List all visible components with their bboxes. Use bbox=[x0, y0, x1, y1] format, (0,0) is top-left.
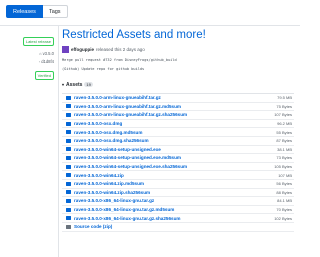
asset-row[interactable]: raven-3.5.0.0-arm-linux-gnueabihf.tar.gz… bbox=[62, 111, 294, 120]
asset-size: 88 Bytes bbox=[276, 189, 292, 195]
commit-label: d1d8f4 bbox=[41, 59, 54, 64]
release-title[interactable]: Restricted Assets and more! bbox=[62, 28, 294, 42]
package-icon bbox=[66, 138, 71, 143]
asset-size: 38.1 MB bbox=[277, 146, 292, 152]
asset-size: 107 Bytes bbox=[274, 112, 292, 118]
asset-name-link[interactable]: raven-3.5.0.0-win64-setup-unsigned.exe bbox=[74, 147, 277, 152]
verified-badge[interactable]: Verified bbox=[34, 71, 54, 80]
asset-name-link[interactable]: raven-3.5.0.0-win64.zip bbox=[74, 173, 278, 178]
package-icon bbox=[66, 216, 71, 221]
asset-row[interactable]: raven-3.5.0.0-arm-linux-gnueabihf.tar.gz… bbox=[62, 103, 294, 112]
release-main: Restricted Assets and more! effoguppie r… bbox=[62, 28, 294, 76]
package-icon bbox=[66, 104, 71, 109]
package-icon bbox=[66, 95, 71, 100]
package-icon bbox=[66, 198, 71, 203]
asset-size: 102 Bytes bbox=[274, 215, 292, 221]
asset-size: 75 Bytes bbox=[276, 103, 292, 109]
asset-row[interactable]: raven-3.5.0.0-win64.zip.sha256sum 88 Byte… bbox=[62, 189, 294, 198]
asset-row[interactable]: raven-3.5.0.0-win64-setup-unsigned.exe.m… bbox=[62, 154, 294, 163]
release-note-line: (Github) Update repo for github builds bbox=[62, 67, 145, 71]
package-icon bbox=[66, 147, 71, 152]
commit-link[interactable]: ◦d1d8f4 bbox=[6, 59, 54, 64]
asset-size: 107 MB bbox=[278, 172, 292, 178]
assets-label: Assets bbox=[66, 82, 83, 88]
release-author-line: effoguppie released this 2 days ago bbox=[62, 46, 294, 53]
asset-row[interactable]: raven-3.5.0.0-win64-setup-unsigned.exe 38… bbox=[62, 146, 294, 155]
release-notes: Merge pull request #732 from DisneyFrogs… bbox=[62, 58, 294, 72]
tag-label: v3.5.0 bbox=[42, 51, 54, 56]
asset-name-link[interactable]: raven-3.5.0.0-x86_64-linux-gnu.tar.gz bbox=[74, 198, 277, 203]
asset-size: 105 Bytes bbox=[274, 164, 292, 170]
asset-list: raven-3.5.0.0-arm-linux-gnueabihf.tar.gz… bbox=[62, 93, 294, 232]
avatar[interactable] bbox=[62, 46, 69, 53]
asset-name-link[interactable]: raven-3.5.0.0-win64.zip.sha256sum bbox=[74, 190, 276, 195]
asset-row[interactable]: raven-3.5.0.0-win64.zip 107 MB bbox=[62, 171, 294, 180]
asset-row[interactable]: raven-3.5.0.0-arm-linux-gnueabihf.tar.gz… bbox=[62, 94, 294, 103]
divider bbox=[0, 25, 300, 26]
package-icon bbox=[66, 207, 71, 212]
asset-name-link[interactable]: raven-3.5.0.0-arm-linux-gnueabihf.tar.gz bbox=[74, 95, 277, 100]
timeline-divider bbox=[58, 26, 59, 257]
asset-size: 84.1 MB bbox=[277, 198, 292, 204]
asset-row[interactable]: raven-3.5.0.0-osx.dmg.sha256sum 87 Bytes bbox=[62, 137, 294, 146]
package-icon bbox=[66, 181, 71, 186]
asset-size: 73 Bytes bbox=[276, 155, 292, 161]
asset-row[interactable]: raven-3.5.0.0-osx.dmg 96.2 MB bbox=[62, 120, 294, 129]
asset-name-link[interactable]: raven-3.5.0.0-x86_64-linux-gnu.tar.gz.md… bbox=[74, 207, 276, 212]
package-icon bbox=[66, 130, 71, 135]
assets-count: 19 bbox=[84, 82, 93, 87]
tab-releases[interactable]: Releases bbox=[6, 5, 43, 18]
asset-row[interactable]: raven-3.5.0.0-win64.zip.md5sum 56 Bytes bbox=[62, 180, 294, 189]
asset-name-link[interactable]: raven-3.5.0.0-x86_64-linux-gnu.tar.gz.sh… bbox=[74, 216, 274, 221]
asset-row[interactable]: raven-3.5.0.0-osx.dmg.md5sum 55 Bytes bbox=[62, 128, 294, 137]
asset-name-link[interactable]: raven-3.5.0.0-win64-setup-unsigned.exe.m… bbox=[74, 155, 276, 160]
asset-name-link[interactable]: Source code (zip) bbox=[74, 224, 292, 229]
asset-row[interactable]: raven-3.5.0.0-x86_64-linux-gnu.tar.gz.md… bbox=[62, 206, 294, 215]
package-icon bbox=[66, 155, 71, 160]
package-icon bbox=[66, 173, 71, 178]
tag-link[interactable]: ⌂v3.5.0 bbox=[6, 51, 54, 56]
asset-name-link[interactable]: raven-3.5.0.0-osx.dmg.md5sum bbox=[74, 130, 276, 135]
asset-row[interactable]: raven-3.5.0.0-win64-setup-unsigned.exe.s… bbox=[62, 163, 294, 172]
author-link[interactable]: effoguppie bbox=[71, 47, 94, 52]
asset-name-link[interactable]: raven-3.5.0.0-win64-setup-unsigned.exe.s… bbox=[74, 164, 274, 169]
release-date: released this 2 days ago bbox=[96, 47, 145, 52]
package-icon bbox=[66, 190, 71, 195]
asset-row[interactable]: raven-3.5.0.0-x86_64-linux-gnu.tar.gz 84.… bbox=[62, 197, 294, 206]
file-zip-icon bbox=[66, 224, 71, 229]
asset-name-link[interactable]: raven-3.5.0.0-arm-linux-gnueabihf.tar.gz… bbox=[74, 104, 276, 109]
latest-release-badge: Latest release bbox=[22, 37, 54, 46]
asset-size: 55 Bytes bbox=[276, 129, 292, 135]
asset-size: 96.2 MB bbox=[277, 121, 292, 127]
asset-size: 87 Bytes bbox=[276, 138, 292, 144]
package-icon bbox=[66, 164, 71, 169]
assets-toggle[interactable]: ▾ Assets 19 bbox=[62, 82, 93, 88]
asset-name-link[interactable]: raven-3.5.0.0-arm-linux-gnueabihf.tar.gz… bbox=[74, 112, 274, 117]
asset-size: 70 Bytes bbox=[276, 207, 292, 213]
asset-size: 56 Bytes bbox=[276, 181, 292, 187]
release-tabs: Releases Tags bbox=[6, 5, 68, 18]
asset-name-link[interactable]: raven-3.5.0.0-osx.dmg.sha256sum bbox=[74, 138, 276, 143]
tab-tags[interactable]: Tags bbox=[42, 5, 68, 18]
asset-row[interactable]: raven-3.5.0.0-x86_64-linux-gnu.tar.gz.sh… bbox=[62, 214, 294, 223]
release-note-line: Merge pull request #732 from DisneyFrogs… bbox=[62, 58, 177, 62]
asset-row[interactable]: Source code (zip) bbox=[62, 223, 294, 232]
asset-name-link[interactable]: raven-3.5.0.0-win64.zip.md5sum bbox=[74, 181, 276, 186]
commit-icon: ◦ bbox=[38, 59, 41, 64]
caret-down-icon: ▾ bbox=[62, 82, 65, 87]
package-icon bbox=[66, 112, 71, 117]
tag-icon: ⌂ bbox=[39, 51, 42, 56]
asset-size: 79.5 MB bbox=[277, 95, 292, 101]
package-icon bbox=[66, 121, 71, 126]
release-meta-sidebar: Latest release ⌂v3.5.0 ◦d1d8f4 Verified bbox=[6, 30, 54, 82]
asset-name-link[interactable]: raven-3.5.0.0-osx.dmg bbox=[74, 121, 277, 126]
